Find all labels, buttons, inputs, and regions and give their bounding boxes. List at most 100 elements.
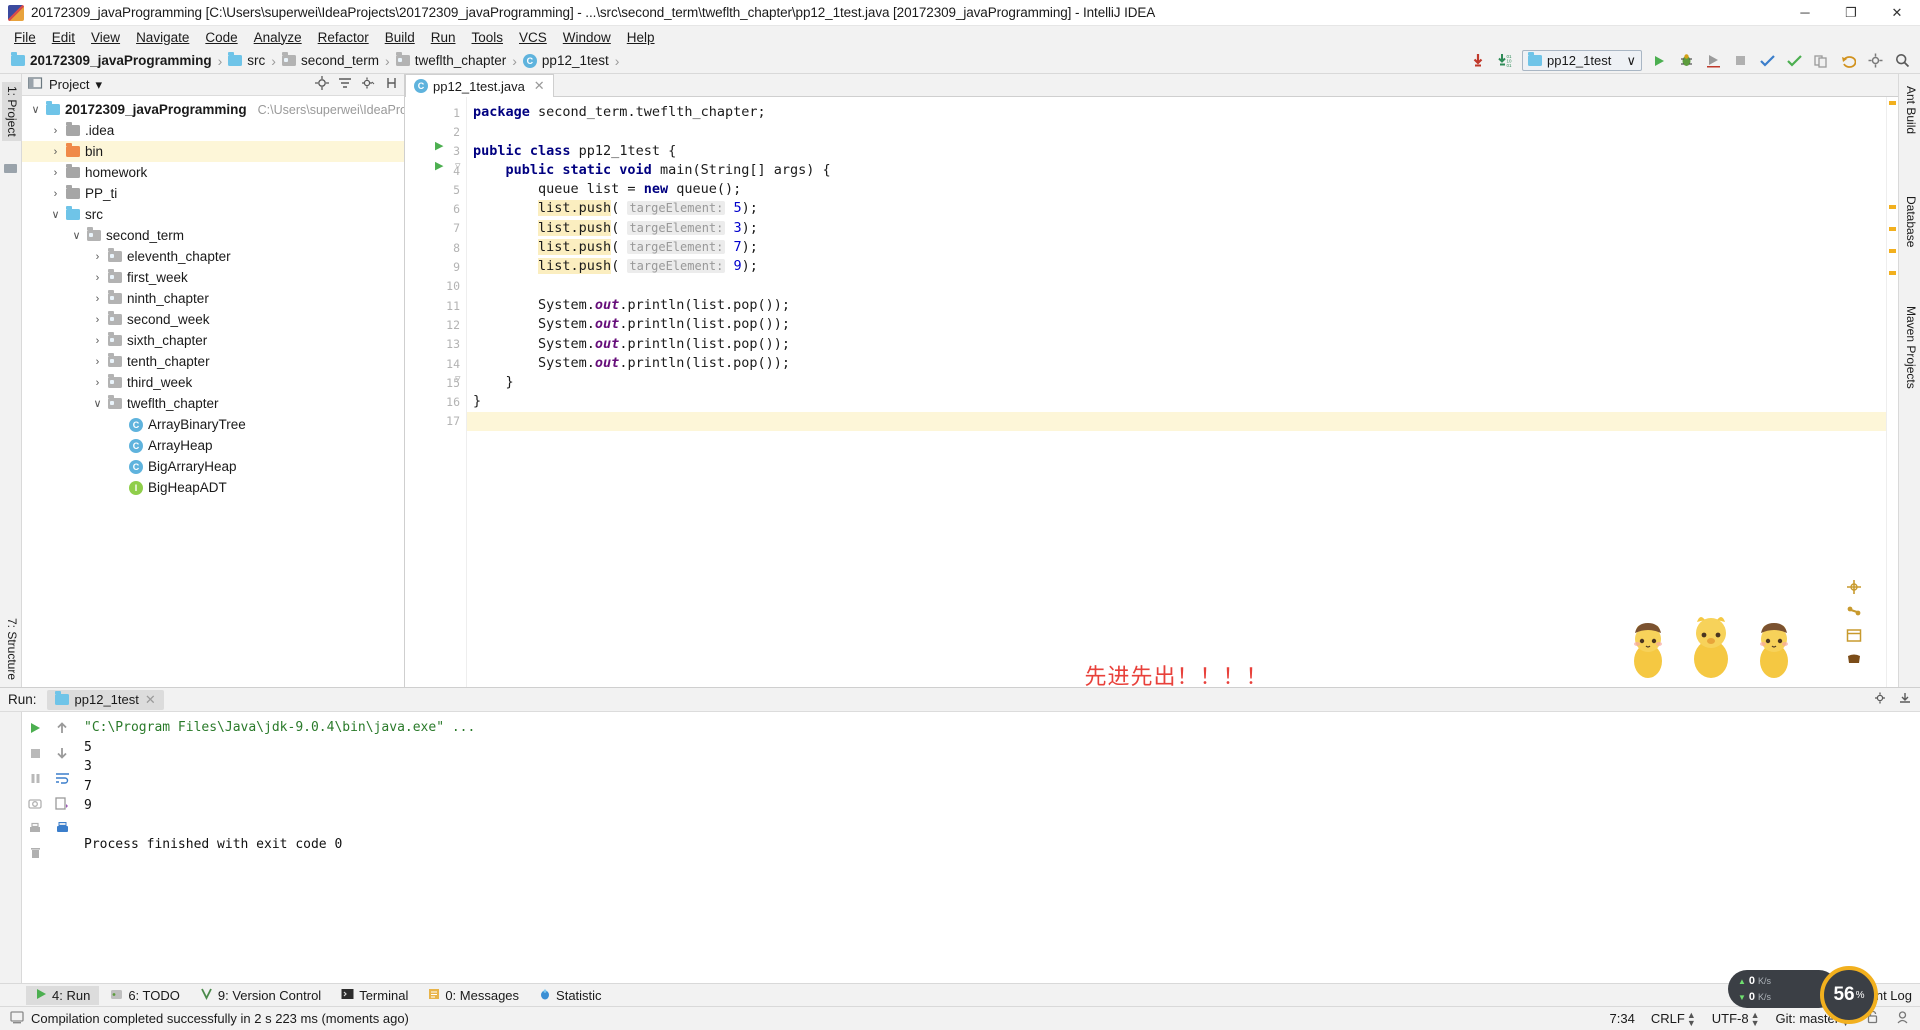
warning-marker[interactable] [1889, 271, 1896, 275]
menu-help[interactable]: Help [619, 28, 663, 47]
sidebar-item-maven-projects[interactable]: Maven Projects [1901, 302, 1920, 393]
breadcrumb-module[interactable]: 20172309_javaProgramming [8, 52, 215, 69]
editor-gutter[interactable]: 1 2 3 4 5 6 7 8 9 10 11 12 13 14 15 16 1 [405, 97, 467, 687]
chevron-right-icon[interactable]: › [92, 251, 103, 263]
sidebar-item-database[interactable]: Database [1901, 192, 1920, 251]
maximize-button[interactable]: ❐ [1828, 0, 1874, 26]
sidebar-item-structure[interactable]: 7: Structure [2, 614, 22, 684]
menu-build[interactable]: Build [377, 28, 423, 47]
tool-button-terminal[interactable]: Terminal [332, 986, 417, 1005]
tree-item-idea[interactable]: › .idea [22, 120, 404, 141]
chevron-right-icon[interactable]: › [50, 188, 61, 200]
fold-region-icon[interactable]: ▿ [455, 372, 461, 385]
rerun-icon[interactable] [27, 720, 43, 736]
settings-button[interactable] [1865, 51, 1885, 71]
menu-run[interactable]: Run [423, 28, 464, 47]
line-separator-chip[interactable]: CRLF ▲ ▼ [1651, 1010, 1696, 1027]
tree-item-pp-ti[interactable]: › PP_ti [22, 183, 404, 204]
tool-button-run[interactable]: 4: Run [26, 985, 100, 1005]
tree-item-bin[interactable]: › bin [22, 141, 404, 162]
run-configuration-selector[interactable]: pp12_1test ∨ [1522, 50, 1642, 71]
editor-tab-pp12-1test[interactable]: C pp12_1test.java ✕ [405, 74, 554, 97]
warning-marker[interactable] [1889, 205, 1896, 209]
chevron-down-icon[interactable]: ▾ [95, 77, 102, 93]
camera-icon[interactable] [27, 795, 43, 811]
tool-button-statistic[interactable]: Statistic [530, 986, 611, 1005]
tree-item-sixth-chapter[interactable]: › sixth_chapter [22, 330, 404, 351]
chevron-down-icon[interactable]: ∨ [71, 229, 82, 242]
vcs-diff-button[interactable] [1811, 51, 1831, 71]
print-icon[interactable] [27, 820, 43, 836]
tool-button-todo[interactable]: 6: TODO [101, 986, 189, 1005]
hide-icon[interactable] [384, 76, 398, 93]
breadcrumb-src[interactable]: src [225, 52, 268, 69]
close-icon[interactable]: ✕ [534, 78, 545, 94]
chevron-right-icon[interactable]: › [92, 293, 103, 305]
module-stripe-icon[interactable] [4, 162, 18, 176]
tree-item-arraybinarytree[interactable]: C ArrayBinaryTree [22, 414, 404, 435]
menu-refactor[interactable]: Refactor [310, 28, 377, 47]
editor-marker-rail[interactable] [1886, 97, 1898, 687]
chevron-down-icon[interactable]: ∨ [92, 397, 103, 410]
caret-position[interactable]: 7:34 [1610, 1011, 1635, 1026]
printer-icon[interactable] [54, 820, 70, 836]
tree-item-first-week[interactable]: › first_week [22, 267, 404, 288]
export-icon[interactable] [54, 795, 70, 811]
menu-analyze[interactable]: Analyze [246, 28, 310, 47]
breadcrumb-tweflth-chapter[interactable]: tweflth_chapter [393, 52, 510, 69]
menu-navigate[interactable]: Navigate [128, 28, 197, 47]
minimize-button[interactable]: ─ [1782, 0, 1828, 26]
chevron-right-icon[interactable]: › [92, 335, 103, 347]
tree-item-bigheapadt[interactable]: I BigHeapADT [22, 477, 404, 498]
tree-item-third-week[interactable]: › third_week [22, 372, 404, 393]
chevron-down-icon[interactable]: ∨ [30, 103, 41, 116]
tree-item-second-term[interactable]: ∨ second_term [22, 225, 404, 246]
chevron-right-icon[interactable]: › [50, 125, 61, 137]
vcs-update-button[interactable] [1757, 51, 1777, 71]
run-with-coverage-button[interactable] [1703, 51, 1723, 71]
tree-item-tenth-chapter[interactable]: › tenth_chapter [22, 351, 404, 372]
inspection-icon[interactable] [1895, 1010, 1910, 1028]
warning-marker[interactable] [1889, 227, 1896, 231]
chevron-right-icon[interactable]: › [50, 167, 61, 179]
gear-icon[interactable] [1874, 691, 1888, 708]
tree-item-second-week[interactable]: › second_week [22, 309, 404, 330]
trash-icon[interactable] [27, 845, 43, 861]
collapse-all-icon[interactable] [338, 76, 352, 93]
warning-marker[interactable] [1889, 249, 1896, 253]
tool-button-version-control[interactable]: 9: Version Control [191, 986, 330, 1005]
encoding-chip[interactable]: UTF-8 ▲ ▼ [1712, 1010, 1760, 1027]
calendar-badge-icon[interactable] [1846, 627, 1862, 643]
menu-tools[interactable]: Tools [464, 28, 512, 47]
tree-item-bigarraryheap[interactable]: C BigArraryHeap [22, 456, 404, 477]
stop-button[interactable] [1730, 51, 1750, 71]
undo-button[interactable] [1838, 51, 1858, 71]
tree-item-homework[interactable]: › homework [22, 162, 404, 183]
locate-icon[interactable] [315, 76, 329, 93]
menu-edit[interactable]: Edit [44, 28, 83, 47]
run-tab-pp12-1test[interactable]: pp12_1test ✕ [46, 689, 164, 710]
download-update-icon[interactable] [1468, 51, 1488, 71]
tree-item-module[interactable]: ∨ 20172309_javaProgramming C:\Users\supe… [22, 99, 404, 120]
tree-item-tweflth-chapter[interactable]: ∨ tweflth_chapter [22, 393, 404, 414]
sidebar-item-project[interactable]: 1: Project [2, 82, 22, 141]
hide-icon[interactable] [1898, 691, 1912, 708]
tree-item-ninth-chapter[interactable]: › ninth_chapter [22, 288, 404, 309]
menu-view[interactable]: View [83, 28, 128, 47]
bone-badge-icon[interactable] [1846, 603, 1862, 619]
tree-item-eleventh-chapter[interactable]: › eleventh_chapter [22, 246, 404, 267]
run-gutter-icon[interactable]: ▶ [435, 139, 443, 152]
breadcrumb-class[interactable]: C pp12_1test [520, 52, 612, 69]
debug-button[interactable] [1676, 51, 1696, 71]
cpu-usage-circle[interactable]: 56% [1820, 966, 1878, 1024]
chevron-right-icon[interactable]: › [92, 314, 103, 326]
tree-item-src[interactable]: ∨ src [22, 204, 404, 225]
close-icon[interactable]: ✕ [145, 692, 156, 708]
chevron-right-icon[interactable]: › [92, 377, 103, 389]
vcs-commit-button[interactable] [1784, 51, 1804, 71]
menu-code[interactable]: Code [197, 28, 245, 47]
menu-file[interactable]: File [6, 28, 44, 47]
menu-vcs[interactable]: VCS [511, 28, 555, 47]
down-arrow-icon[interactable] [54, 745, 70, 761]
move-badge-icon[interactable] [1846, 579, 1862, 595]
